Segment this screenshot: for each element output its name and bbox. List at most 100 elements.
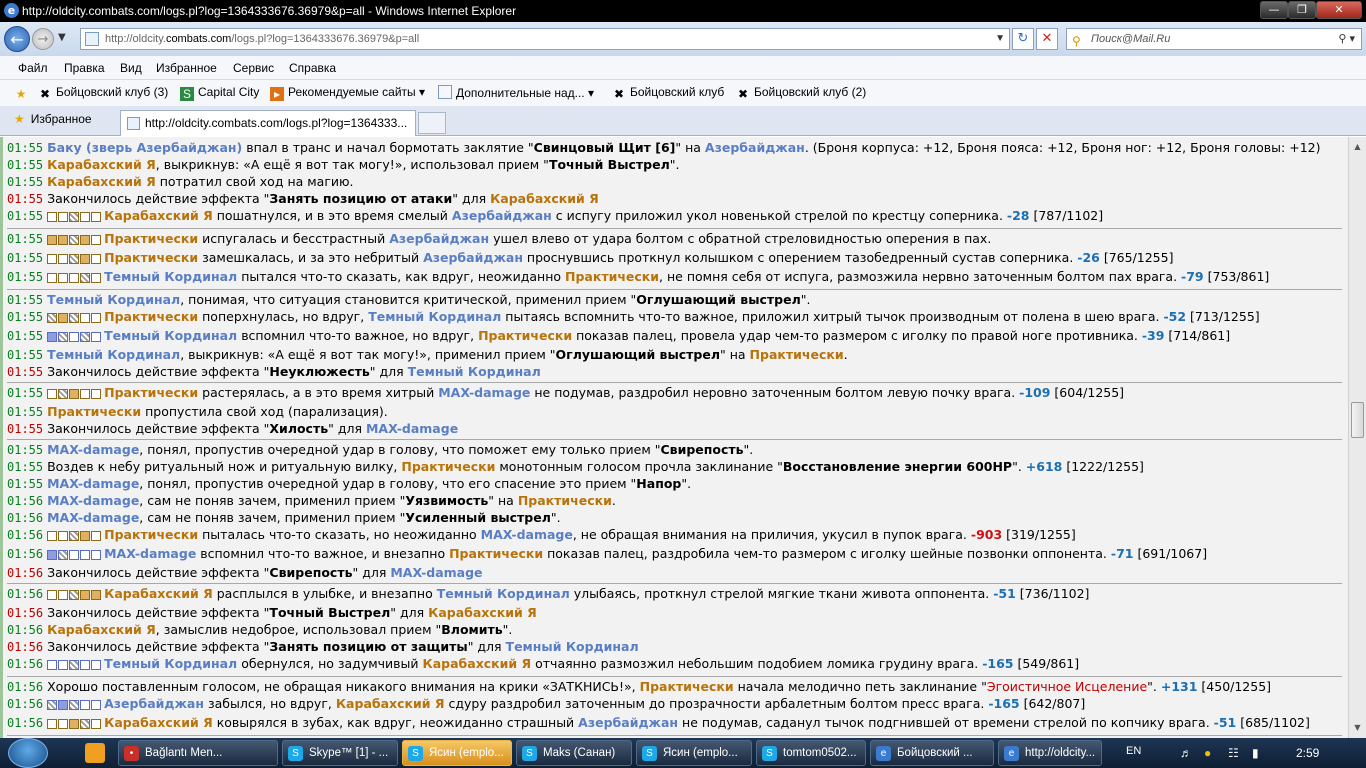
player-name[interactable]: Баку (зверь Азербайджан) xyxy=(47,140,242,155)
close-window-button[interactable]: ✕ xyxy=(1316,1,1362,19)
power-icon[interactable]: ▮ xyxy=(1252,746,1259,760)
player-name[interactable]: Карабахский Я xyxy=(47,174,156,189)
player-name[interactable]: Практически xyxy=(104,309,198,324)
player-name[interactable]: MAX-damage xyxy=(104,546,196,561)
player-name[interactable]: Темный Кординал xyxy=(506,639,639,654)
volume-icon[interactable]: ♬ xyxy=(1180,746,1192,760)
player-name[interactable]: MAX-damage xyxy=(481,527,573,542)
vertical-scrollbar[interactable]: ▲ ▼ xyxy=(1348,137,1366,738)
menu-help[interactable]: Справка xyxy=(289,61,336,75)
taskbar-item[interactable]: e http://oldcity... xyxy=(998,740,1102,766)
player-name[interactable]: Азербайджан xyxy=(423,250,523,265)
back-button[interactable]: ← xyxy=(4,26,30,52)
tab-active[interactable]: http://oldcity.combats.com/logs.pl?log=1… xyxy=(120,110,416,136)
player-name[interactable]: Карабахский Я xyxy=(47,157,156,172)
player-name[interactable]: Темный Кординал xyxy=(104,656,237,671)
player-name[interactable]: Темный Кординал xyxy=(368,309,501,324)
taskbar-item[interactable]: S Skype™ [1] - ... xyxy=(282,740,398,766)
player-name[interactable]: Карабахский Я xyxy=(47,622,156,637)
scroll-thumb[interactable] xyxy=(1351,402,1364,438)
player-name[interactable]: Практически xyxy=(104,385,198,400)
start-button[interactable] xyxy=(8,738,48,768)
player-name[interactable]: Азербайджан xyxy=(389,231,489,246)
fav-item-recommended[interactable]: ▸ Рекомендуемые сайты ▾ xyxy=(270,85,425,101)
scroll-down-icon[interactable]: ▼ xyxy=(1350,720,1365,736)
player-name[interactable]: Темный Кординал xyxy=(104,269,237,284)
player-name[interactable]: MAX-damage xyxy=(47,442,139,457)
player-name[interactable]: Карабахский Я xyxy=(490,191,599,206)
player-name[interactable]: Карабахский Я xyxy=(336,696,445,711)
network-tray-icon[interactable]: ☷ xyxy=(1228,746,1239,760)
menu-file[interactable]: Файл xyxy=(18,61,48,75)
player-name[interactable]: Практически xyxy=(104,250,198,265)
fav-item-addons[interactable]: Дополнительные над... ▾ xyxy=(438,85,594,100)
scroll-up-icon[interactable]: ▲ xyxy=(1350,139,1365,155)
player-name[interactable]: Практически xyxy=(104,231,198,246)
fav-item-fight-club-3[interactable]: ✖ Бойцовский клуб (3) xyxy=(38,85,168,101)
stop-button[interactable]: ✕ xyxy=(1036,28,1058,50)
player-name[interactable]: MAX-damage xyxy=(390,565,482,580)
player-name[interactable]: MAX-damage xyxy=(47,510,139,525)
menu-tools[interactable]: Сервис xyxy=(233,61,274,75)
player-name[interactable]: Темный Кординал xyxy=(408,364,541,379)
forward-button[interactable]: → xyxy=(32,28,54,50)
player-name[interactable]: Темный Кординал xyxy=(437,586,570,601)
log-time: 01:55 xyxy=(7,422,44,436)
player-name[interactable]: Практически xyxy=(518,493,612,508)
history-dropdown-icon[interactable]: ▼ xyxy=(58,32,66,43)
add-favorite-icon[interactable]: ★ xyxy=(14,85,32,101)
player-name[interactable]: Азербайджан xyxy=(705,140,805,155)
new-tab-button[interactable] xyxy=(418,112,446,134)
player-name[interactable]: Карабахский Я xyxy=(423,656,532,671)
player-name[interactable]: Практически xyxy=(750,347,844,362)
log-text: монотонным голосом прочла заклинание " xyxy=(495,459,783,474)
player-name[interactable]: Карабахский Я xyxy=(104,715,213,730)
notification-icon[interactable]: ● xyxy=(1204,746,1211,760)
player-name[interactable]: Темный Кординал xyxy=(104,328,237,343)
player-name[interactable]: Практически xyxy=(478,328,572,343)
taskbar-item[interactable]: • Bağlantı Men... xyxy=(118,740,278,766)
media-player-icon[interactable] xyxy=(78,741,112,765)
taskbar-item[interactable]: S Maks (Санан) xyxy=(516,740,632,766)
player-name[interactable]: Практически xyxy=(640,679,734,694)
player-name[interactable]: Карабахский Я xyxy=(104,586,213,601)
player-name[interactable]: Карабахский Я xyxy=(104,208,213,223)
taskbar-item[interactable]: S Ясин (emplo... xyxy=(402,740,512,766)
player-name[interactable]: Практически xyxy=(401,459,495,474)
address-input[interactable]: http://oldcity.combats.com/logs.pl?log=1… xyxy=(80,28,1010,50)
player-name[interactable]: Азербайджан xyxy=(452,208,552,223)
favorites-button[interactable]: ★ Избранное xyxy=(14,112,92,126)
fav-item-fight-club[interactable]: ✖ Бойцовский клуб xyxy=(612,85,724,101)
taskbar-item[interactable]: S Ясин (emplo... xyxy=(636,740,752,766)
player-name[interactable]: MAX-damage xyxy=(47,493,139,508)
clock[interactable]: 2:59 xyxy=(1296,746,1319,760)
player-name[interactable]: Темный Кординал xyxy=(47,347,180,362)
log-text: ". xyxy=(743,442,754,457)
player-name[interactable]: Практически xyxy=(104,527,198,542)
menu-favorites[interactable]: Избранное xyxy=(156,61,217,75)
search-input[interactable]: ⚲ Поиск@Mail.Ru ⚲ ▾ xyxy=(1066,28,1362,50)
player-name[interactable]: Темный Кординал xyxy=(47,292,180,307)
player-name[interactable]: MAX-damage xyxy=(47,476,139,491)
player-name[interactable]: Азербайджан xyxy=(578,715,678,730)
refresh-button[interactable]: ↻ xyxy=(1012,28,1034,50)
fav-item-fight-club-2[interactable]: ✖ Бойцовский клуб (2) xyxy=(736,85,866,101)
player-name[interactable]: Практически xyxy=(47,404,141,419)
player-name[interactable]: Практически xyxy=(449,546,543,561)
player-name[interactable]: Карабахский Я xyxy=(428,605,537,620)
player-name[interactable]: Практически xyxy=(565,269,659,284)
menu-edit[interactable]: Правка xyxy=(64,61,105,75)
taskbar-item[interactable]: Stomtom0502... xyxy=(756,740,866,766)
log-text: Хорошо поставленным голосом, не обращая … xyxy=(47,679,640,694)
language-indicator[interactable]: EN xyxy=(1126,745,1141,757)
maximize-button[interactable]: ❐ xyxy=(1288,1,1316,19)
search-icon[interactable]: ⚲ ▾ xyxy=(1338,29,1355,49)
address-dropdown-icon[interactable]: ▼ xyxy=(995,29,1005,49)
player-name[interactable]: MAX-damage xyxy=(438,385,530,400)
player-name[interactable]: Азербайджан xyxy=(104,696,204,711)
player-name[interactable]: MAX-damage xyxy=(366,421,458,436)
menu-view[interactable]: Вид xyxy=(120,61,142,75)
minimize-button[interactable]: — xyxy=(1260,1,1288,19)
fav-item-capital-city[interactable]: S Capital City xyxy=(180,85,259,101)
taskbar-item[interactable]: e Бойцовский ... xyxy=(870,740,994,766)
